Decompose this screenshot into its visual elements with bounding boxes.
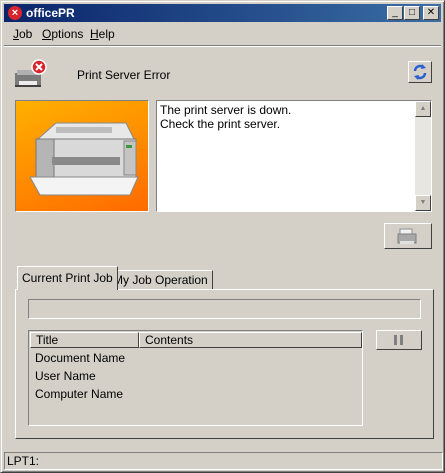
menu-help[interactable]: Help [90, 27, 115, 41]
menu-options[interactable]: Options [42, 27, 83, 41]
job-list[interactable]: Title Contents Document Name User Name C… [28, 330, 363, 426]
pause-button[interactable] [376, 330, 422, 350]
menu-separator [4, 45, 441, 47]
menu-job[interactable]: Job [13, 27, 32, 41]
scroll-up-button[interactable]: ▲ [415, 101, 431, 117]
close-button[interactable]: ✕ [423, 6, 439, 20]
list-item[interactable]: Computer Name [35, 387, 123, 401]
menu-job-label: ob [19, 27, 33, 41]
print-button[interactable] [384, 223, 432, 249]
menu-options-hotkey: O [42, 27, 52, 41]
status-bar: LPT1: [4, 452, 443, 470]
column-header-contents[interactable]: Contents [139, 332, 362, 348]
menu-bar: Job Options Help [4, 24, 441, 44]
page-title: Print Server Error [77, 68, 171, 82]
tab-my-job-operation[interactable]: My Job Operation [108, 270, 213, 290]
menu-options-label: ptions [51, 27, 84, 41]
scroll-down-button[interactable]: ▼ [415, 195, 431, 211]
title-bar[interactable]: × officePR _ □ ✕ [4, 4, 441, 22]
printer-error-icon [15, 59, 47, 87]
refresh-icon [413, 64, 427, 80]
menu-help-hotkey: H [90, 27, 99, 41]
window-title: officePR [26, 6, 75, 20]
message-box[interactable]: The print server is down. Check the prin… [156, 100, 432, 212]
job-progress-bar [28, 299, 421, 319]
minimize-button[interactable]: _ [387, 6, 403, 20]
refresh-button[interactable] [408, 61, 432, 83]
printer-image [15, 100, 149, 212]
printer-illustration [29, 122, 139, 196]
print-icon [397, 228, 417, 244]
pause-icon [394, 335, 403, 345]
message-line: Check the print server. [160, 117, 281, 131]
vertical-scrollbar[interactable]: ▲ ▼ [415, 101, 431, 211]
application-window: × officePR _ □ ✕ Job Options Help Print … [0, 0, 445, 473]
list-item[interactable]: Document Name [35, 351, 125, 365]
list-item[interactable]: User Name [35, 369, 96, 383]
menu-help-label: elp [98, 27, 115, 41]
maximize-button[interactable]: □ [404, 6, 420, 20]
message-text: The print server is down. Check the prin… [160, 103, 412, 131]
tab-panel-current-print-job: Title Contents Document Name User Name C… [15, 289, 434, 439]
message-line: The print server is down. [160, 103, 292, 117]
tab-current-print-job[interactable]: Current Print Job [17, 266, 118, 290]
app-error-icon[interactable]: × [8, 6, 22, 20]
column-header-title[interactable]: Title [30, 332, 139, 348]
